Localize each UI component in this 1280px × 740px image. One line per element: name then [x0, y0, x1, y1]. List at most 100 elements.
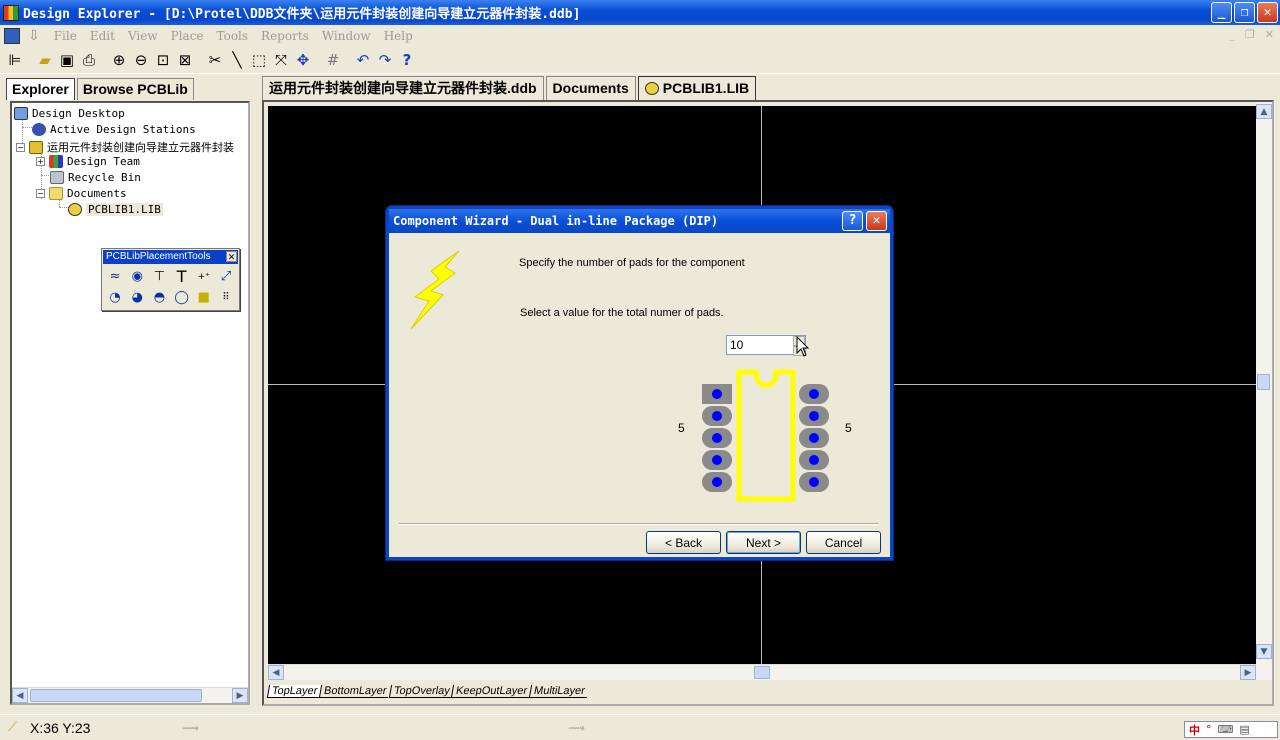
canvas-hscroll-thumb[interactable]	[754, 666, 770, 679]
move-icon[interactable]: ✥	[292, 49, 314, 71]
redo-icon[interactable]: ↷	[374, 49, 396, 71]
right-pad-count: 5	[845, 421, 852, 435]
tree-item-recycle-bin[interactable]: Recycle Bin	[50, 171, 141, 184]
dialog-instruction: Specify the number of pads for the compo…	[519, 257, 745, 269]
menu-place[interactable]: Place	[171, 29, 204, 43]
print-icon[interactable]: ⎙	[78, 49, 100, 71]
tab-browse-pcblib[interactable]: Browse PCBLib	[76, 78, 194, 100]
help-icon[interactable]: ?	[396, 49, 418, 71]
layer-tab-bottomlayer[interactable]: BottomLayer	[319, 685, 391, 698]
scroll-down-icon[interactable]: ▼	[1256, 644, 1272, 659]
layer-tab-multilayer[interactable]: MultiLayer	[529, 685, 590, 698]
close-button[interactable]: ✕	[1257, 2, 1278, 23]
cut-icon[interactable]: ✂	[204, 49, 226, 71]
ime-settings-icon[interactable]: ▤	[1239, 723, 1249, 736]
full-circle-icon[interactable]: ◯	[173, 288, 191, 307]
dialog-help-button[interactable]: ?	[842, 211, 863, 231]
fill-tool-icon[interactable]: ■	[195, 288, 213, 307]
grid-icon[interactable]: #	[322, 49, 344, 71]
tab-documents[interactable]: Documents	[545, 76, 636, 100]
back-button[interactable]: < Back	[646, 531, 721, 554]
expand-icon[interactable]: +	[36, 157, 45, 166]
tree-item-desktop[interactable]: Design Desktop	[14, 107, 125, 120]
layer-tab-keepoutlayer[interactable]: KeepOutLayer	[451, 685, 532, 698]
dialog-close-button[interactable]: ✕	[866, 211, 887, 231]
canvas-hscrollbar[interactable]: ◀ ▶	[268, 664, 1256, 680]
zoom-in-icon[interactable]: ⊕	[108, 49, 130, 71]
layer-tab-toplayer[interactable]: TopLayer	[266, 685, 322, 698]
tree-item-design-team[interactable]: + Design Team	[36, 155, 140, 168]
mdi-close-button[interactable]: ✕	[1265, 28, 1274, 41]
pad-2	[702, 406, 732, 426]
next-button[interactable]: Next >	[726, 531, 801, 554]
layer-tab-topoverlay[interactable]: TopOverlay	[388, 685, 454, 698]
arc-any-icon[interactable]: ◓	[150, 288, 168, 307]
scroll-left-icon[interactable]: ◀	[12, 688, 28, 703]
main-toolbar: ⊫ ▰ ▣ ⎙ ⊕ ⊖ ⊡ ⊠ ✂ ╲ ⬚ ⤧ ✥ # ↶ ↷ ?	[0, 46, 1280, 74]
palette-close-button[interactable]: ✕	[226, 251, 237, 262]
mdi-restore-button[interactable]: ❐	[1245, 28, 1255, 41]
zoom-fit-icon[interactable]: ⊡	[152, 49, 174, 71]
pad-count-value[interactable]: 10	[730, 338, 743, 352]
coordinate-tool-icon[interactable]: +⁺	[195, 267, 213, 286]
tab-database[interactable]: 运用元件封装创建向导建立元器件封装.ddb	[262, 76, 544, 100]
line-icon[interactable]: ╲	[226, 49, 248, 71]
mdi-minimize-button[interactable]: _	[1229, 28, 1235, 41]
pointer-icon: ⟋	[8, 720, 18, 735]
ime-language[interactable]: 中	[1189, 722, 1200, 738]
scroll-right-icon[interactable]: ▶	[232, 688, 248, 703]
tree-hscrollbar[interactable]: ◀ ▶	[12, 687, 248, 703]
tree-item-documents[interactable]: − Documents	[36, 187, 127, 200]
via-tool-icon[interactable]: ⊤	[150, 267, 168, 286]
arc-edge-icon[interactable]: ◕	[128, 288, 146, 307]
pad-count-spinner[interactable]: 10 ▲ ▼	[726, 335, 806, 356]
maximize-button[interactable]: ❐	[1234, 2, 1255, 23]
menu-app-icon[interactable]	[4, 27, 20, 44]
ime-toolbar[interactable]: 中 ° ⌨ ▤	[1184, 721, 1278, 738]
pcblib-file-icon	[68, 203, 82, 216]
canvas-vscroll-thumb[interactable]	[1257, 374, 1270, 390]
pad-tool-icon[interactable]: ◉	[128, 267, 146, 286]
menu-tools[interactable]: Tools	[217, 29, 249, 43]
pcblib-file-icon	[644, 82, 659, 95]
tab-explorer[interactable]: Explorer	[6, 78, 75, 100]
tree-item-stations[interactable]: Active Design Stations	[32, 123, 196, 136]
menu-arrow-icon[interactable]: ⇩	[28, 28, 40, 44]
menu-help[interactable]: Help	[384, 29, 413, 43]
ime-punct-icon[interactable]: °	[1206, 723, 1212, 736]
array-paste-icon[interactable]: ⠿	[217, 288, 235, 307]
window-titlebar: Design Explorer - [D:\Protel\DDB文件夹\运用元件…	[0, 0, 1280, 25]
collapse-icon[interactable]: −	[16, 142, 25, 152]
tab-pcblib1[interactable]: PCBLIB1.LIB	[637, 76, 757, 100]
menu-reports[interactable]: Reports	[261, 29, 309, 43]
zoom-area-icon[interactable]: ⊠	[174, 49, 196, 71]
scroll-up-icon[interactable]: ▲	[1256, 104, 1272, 119]
save-icon[interactable]: ▣	[56, 49, 78, 71]
menu-window[interactable]: Window	[322, 29, 371, 43]
zoom-out-icon[interactable]: ⊖	[130, 49, 152, 71]
tree-item-pcblib[interactable]: PCBLIB1.LIB	[68, 203, 163, 216]
undo-icon[interactable]: ↶	[352, 49, 374, 71]
design-manager-icon[interactable]: ⊫	[4, 49, 26, 71]
menu-view[interactable]: View	[128, 29, 158, 43]
tree-item-database[interactable]: − 运用元件封装创建向导建立元器件封装	[16, 139, 234, 155]
track-tool-icon[interactable]: ≈	[106, 267, 124, 286]
minimize-button[interactable]: _	[1211, 2, 1232, 23]
dimension-tool-icon[interactable]: ⤢	[217, 267, 235, 286]
open-icon[interactable]: ▰	[34, 49, 56, 71]
canvas-vscrollbar[interactable]: ▲ ▼	[1256, 102, 1272, 680]
wizard-lightning-icon	[410, 250, 460, 330]
tree-scroll-thumb[interactable]	[30, 689, 202, 702]
ime-keyboard-icon[interactable]: ⌨	[1218, 723, 1234, 736]
scroll-left-icon[interactable]: ◀	[268, 665, 284, 680]
menu-edit[interactable]: Edit	[90, 29, 115, 43]
menu-file[interactable]: File	[54, 29, 77, 43]
collapse-icon[interactable]: −	[36, 189, 45, 198]
string-tool-icon[interactable]: T	[173, 267, 191, 286]
deselect-icon[interactable]: ⤧	[270, 49, 292, 71]
select-icon[interactable]: ⬚	[248, 49, 270, 71]
status-indicator-icon: ⟿	[182, 720, 200, 735]
scroll-right-icon[interactable]: ▶	[1240, 665, 1256, 680]
arc-center-icon[interactable]: ◔	[106, 288, 124, 307]
cancel-button[interactable]: Cancel	[806, 531, 881, 554]
